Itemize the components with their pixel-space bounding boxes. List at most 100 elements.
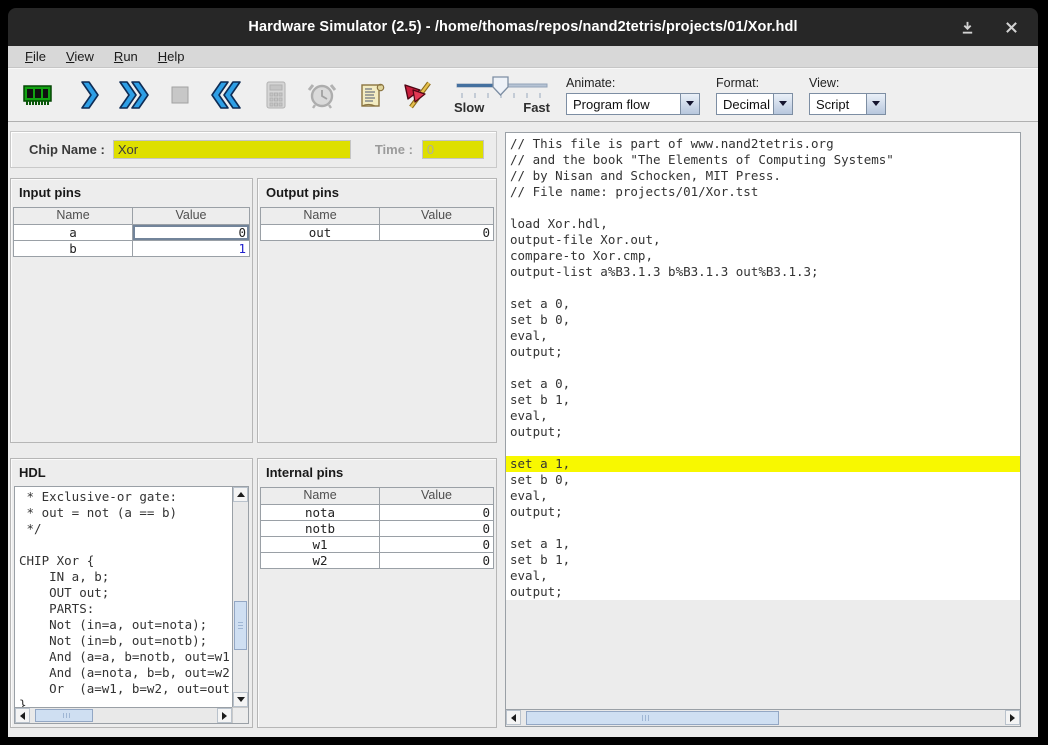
- hdl-horizontal-scrollbar[interactable]: [15, 707, 232, 723]
- pin-value: 0: [380, 521, 493, 536]
- iconify-button[interactable]: [958, 18, 976, 36]
- horizontal-scroll-thumb[interactable]: [526, 711, 779, 725]
- slider-thumb-icon: [493, 77, 508, 95]
- table-row: a 0: [14, 224, 249, 240]
- hdl-line: Not (in=a, out=nota);: [19, 617, 232, 633]
- format-group: Format: Decimal: [716, 76, 793, 115]
- script-line: output;: [506, 584, 1020, 600]
- script-line: // by Nisan and Schocken, MIT Press.: [506, 168, 1020, 184]
- script-line: compare-to Xor.cmp,: [506, 248, 1020, 264]
- run-button[interactable]: [112, 72, 156, 118]
- hdl-line: PARTS:: [19, 601, 232, 617]
- scroll-right-button[interactable]: [217, 708, 232, 723]
- load-script-button[interactable]: [350, 72, 394, 118]
- output-pins-table: Name Value out 0: [260, 207, 494, 241]
- time-label: Time :: [375, 142, 413, 157]
- pin-value-editor[interactable]: 0: [133, 225, 249, 240]
- slider-slow-label: Slow: [454, 100, 484, 115]
- menu-bar: File View Run Help: [8, 46, 1038, 68]
- format-dropdown-button[interactable]: [773, 94, 792, 114]
- title-bar[interactable]: Hardware Simulator (2.5) - /home/thomas/…: [8, 8, 1038, 46]
- pin-name: b: [14, 241, 133, 256]
- hdl-panel: HDL * Exclusive-or gate: * out = not (a …: [10, 458, 253, 728]
- format-value: Decimal: [717, 94, 773, 114]
- app-window: { "window": { "title": "Hardware Simulat…: [0, 0, 1048, 745]
- scroll-up-button[interactable]: [233, 487, 248, 502]
- vertical-scroll-thumb[interactable]: [234, 601, 247, 649]
- chip-name-bar: Chip Name : Xor Time : 0: [10, 131, 497, 168]
- pin-name: a: [14, 225, 133, 240]
- reset-icon: [208, 77, 244, 113]
- speed-slider[interactable]: Slow Fast: [454, 76, 550, 115]
- scroll-left-button[interactable]: [506, 710, 521, 725]
- hdl-title: HDL: [11, 459, 252, 480]
- script-line: [506, 360, 1020, 376]
- chip-name-input[interactable]: Xor: [113, 140, 351, 159]
- script-horizontal-scrollbar[interactable]: [505, 710, 1021, 727]
- table-header-row: Name Value: [261, 488, 493, 504]
- menu-help[interactable]: Help: [148, 49, 195, 64]
- single-step-icon: [70, 77, 106, 113]
- stop-button[interactable]: [158, 72, 202, 118]
- reset-button[interactable]: [204, 72, 248, 118]
- single-step-button[interactable]: [66, 72, 110, 118]
- breakpoint-button[interactable]: [396, 72, 440, 118]
- arrow-down-icon: [237, 697, 245, 702]
- horizontal-scroll-thumb[interactable]: [35, 709, 93, 722]
- load-chip-button[interactable]: [16, 72, 60, 118]
- scroll-track[interactable]: [521, 710, 1005, 726]
- column-header-value: Value: [133, 208, 249, 224]
- chip-icon: [20, 77, 56, 113]
- script-line: // File name: projects/01/Xor.tst: [506, 184, 1020, 200]
- script-line: set a 1,: [506, 536, 1020, 552]
- input-pins-panel: Input pins Name Value a 0 b 1: [10, 178, 253, 443]
- internal-pins-title: Internal pins: [258, 459, 496, 480]
- arrow-right-icon: [1010, 714, 1015, 722]
- script-line: set b 0,: [506, 472, 1020, 488]
- stop-icon: [162, 77, 198, 113]
- hdl-vertical-scrollbar[interactable]: [232, 487, 248, 707]
- close-button[interactable]: [1002, 18, 1020, 36]
- script-line: eval,: [506, 328, 1020, 344]
- output-pins-title: Output pins: [258, 179, 496, 200]
- menu-file[interactable]: File: [15, 49, 56, 64]
- speed-slider-control[interactable]: [454, 76, 550, 100]
- menu-run[interactable]: Run: [104, 49, 148, 64]
- hdl-line: And (a=a, b=notb, out=w1);: [19, 649, 232, 665]
- format-select[interactable]: Decimal: [716, 93, 793, 115]
- chevron-down-icon: [872, 101, 880, 106]
- clock-icon: [304, 77, 340, 113]
- pin-value[interactable]: 1: [133, 241, 249, 256]
- pin-name: out: [261, 225, 380, 240]
- view-dropdown-button[interactable]: [866, 94, 885, 114]
- animate-select[interactable]: Program flow: [566, 93, 700, 115]
- scroll-left-button[interactable]: [15, 708, 30, 723]
- thumb-ridge: [61, 713, 71, 718]
- table-row: notb 0: [261, 520, 493, 536]
- output-pins-panel: Output pins Name Value out 0: [257, 178, 497, 443]
- chip-name-label: Chip Name :: [29, 142, 105, 157]
- pin-value: 0: [380, 505, 493, 520]
- animate-dropdown-button[interactable]: [680, 94, 699, 114]
- slider-labels: Slow Fast: [454, 100, 550, 115]
- hdl-code: * Exclusive-or gate: * out = not (a == b…: [15, 487, 232, 707]
- script-line: eval,: [506, 568, 1020, 584]
- scroll-down-button[interactable]: [233, 692, 248, 707]
- chevron-down-icon: [779, 101, 787, 106]
- script-line: set b 0,: [506, 312, 1020, 328]
- script-line: output;: [506, 344, 1020, 360]
- menu-view[interactable]: View: [56, 49, 104, 64]
- view-group: View: Script: [809, 76, 886, 115]
- view-select[interactable]: Script: [809, 93, 886, 115]
- column-header-name: Name: [261, 488, 380, 504]
- hdl-scrollpane: * Exclusive-or gate: * out = not (a == b…: [14, 486, 249, 724]
- scroll-right-button[interactable]: [1005, 710, 1020, 725]
- script-lines: // This file is part of www.nand2tetris.…: [506, 133, 1020, 600]
- script-line: [506, 200, 1020, 216]
- script-line: load Xor.hdl,: [506, 216, 1020, 232]
- arrow-right-icon: [222, 712, 227, 720]
- column-header-name: Name: [14, 208, 133, 224]
- script-line: [506, 280, 1020, 296]
- script-line: [506, 520, 1020, 536]
- toolbar: Slow Fast Animate: Program flow Format: …: [8, 68, 1038, 122]
